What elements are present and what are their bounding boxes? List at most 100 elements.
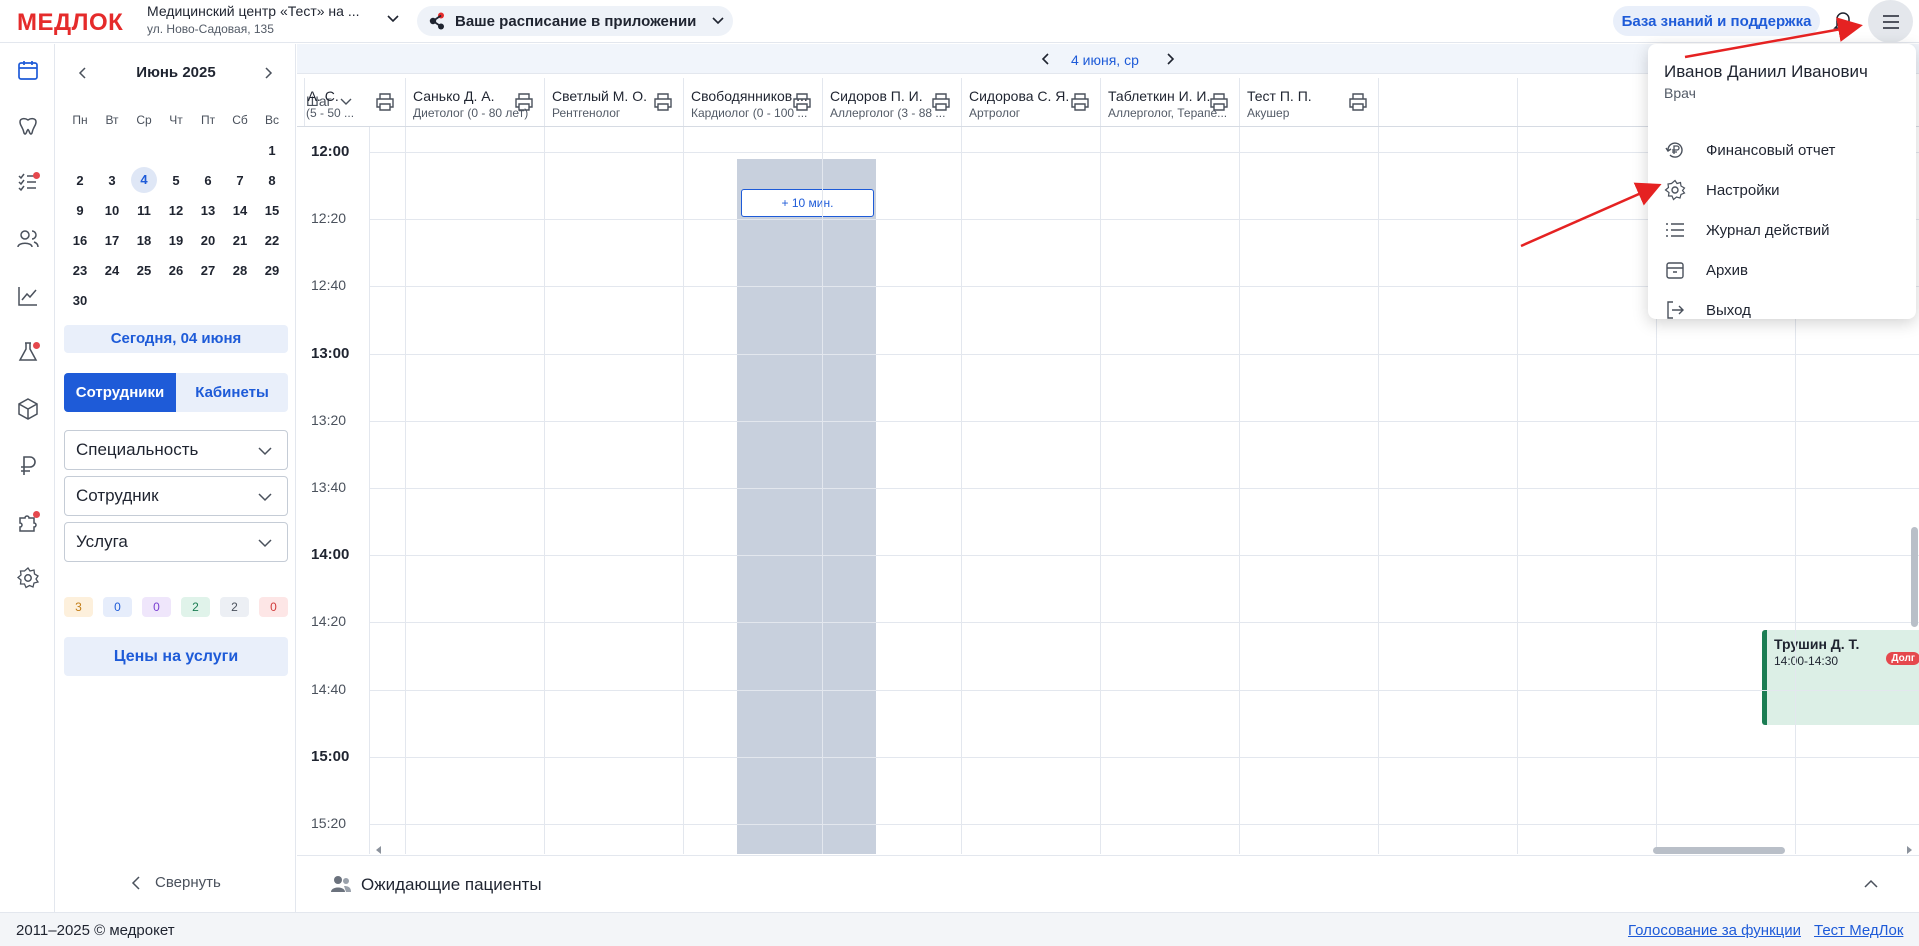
status-counter[interactable]: 2: [220, 597, 249, 617]
calendar-day[interactable]: 3: [96, 173, 128, 188]
printer-icon[interactable]: [375, 92, 395, 112]
feature-vote-link[interactable]: Голосование за функции: [1628, 922, 1801, 939]
calendar-day[interactable]: 30: [64, 293, 96, 308]
current-date[interactable]: 4 июня, ср: [1071, 52, 1139, 68]
calendar-day[interactable]: 24: [96, 263, 128, 278]
calendar-day[interactable]: 22: [256, 233, 288, 248]
chevron-up-icon[interactable]: [1864, 877, 1878, 891]
employee-column-header[interactable]: Свободянников ... Кардиолог (0 - 100 ...: [683, 78, 822, 126]
scrollbar-thumb[interactable]: [1911, 527, 1918, 627]
status-counter[interactable]: 2: [181, 597, 210, 617]
calendar-day[interactable]: 11: [128, 203, 160, 218]
calendar-day[interactable]: 8: [256, 173, 288, 188]
calendar-day[interactable]: 5: [160, 173, 192, 188]
settings-gear-icon[interactable]: [16, 566, 40, 590]
printer-icon[interactable]: [514, 92, 534, 112]
calendar-day[interactable]: 19: [160, 233, 192, 248]
horizontal-scrollbar[interactable]: [369, 845, 1919, 854]
printer-icon[interactable]: [792, 92, 812, 112]
status-counter[interactable]: 3: [64, 597, 93, 617]
calendar-day[interactable]: 28: [224, 263, 256, 278]
calendar-icon[interactable]: [16, 58, 40, 82]
next-month-icon[interactable]: [261, 66, 275, 80]
employee-select[interactable]: Сотрудник: [64, 476, 288, 516]
app-promo-button[interactable]: Ваше расписание в приложении: [417, 6, 733, 36]
extra-time-button[interactable]: + 10 мин.: [741, 189, 874, 217]
menu-item-logout[interactable]: Выход: [1664, 290, 1904, 330]
prices-button[interactable]: Цены на услуги: [64, 637, 288, 676]
chevron-down-icon[interactable]: [385, 11, 401, 27]
menu-item-archive[interactable]: Архив: [1664, 250, 1904, 290]
scrollbar-thumb[interactable]: [1653, 847, 1785, 854]
status-counter[interactable]: 0: [103, 597, 132, 617]
employee-column-header[interactable]: Таблеткин И. И. Аллерголог, Терапе...: [1100, 78, 1239, 126]
menu-item-action-log[interactable]: Журнал действий: [1664, 210, 1904, 250]
today-button[interactable]: Сегодня, 04 июня: [64, 325, 288, 353]
test-medlok-link[interactable]: Тест МедЛок: [1814, 922, 1903, 939]
calendar-day[interactable]: 6: [192, 173, 224, 188]
scroll-right-icon[interactable]: [1905, 846, 1913, 854]
service-select[interactable]: Услуга: [64, 522, 288, 562]
employee-column-header[interactable]: Сидорова С. Я. Артролог: [961, 78, 1100, 126]
appointment-card[interactable]: Трушин Д. Т. 14:00-14:30 Долг: [1762, 630, 1919, 725]
next-day-icon[interactable]: [1164, 53, 1176, 65]
knowledge-base-button[interactable]: База знаний и поддержка: [1613, 6, 1820, 36]
employee-column-header[interactable]: [1378, 78, 1517, 126]
calendar-day[interactable]: 23: [64, 263, 96, 278]
time-label: 15:20: [311, 815, 347, 831]
printer-icon[interactable]: [653, 92, 673, 112]
app-share-icon: [429, 12, 444, 30]
calendar-day[interactable]: 29: [256, 263, 288, 278]
calendar-day[interactable]: 7: [224, 173, 256, 188]
printer-icon[interactable]: [1070, 92, 1090, 112]
column-divider: [822, 127, 823, 854]
calendar-day[interactable]: 14: [224, 203, 256, 218]
menu-item-finance-report[interactable]: Финансовый отчет: [1664, 130, 1904, 170]
employee-column-header[interactable]: Санько Д. А. Диетолог (0 - 80 лет): [405, 78, 544, 126]
employee-column-header[interactable]: [1517, 78, 1656, 126]
employee-column-header[interactable]: Светлый М. О. Рентгенолог: [544, 78, 683, 126]
medlok-logo[interactable]: МЕДЛОК: [17, 9, 123, 37]
bell-icon[interactable]: [1832, 9, 1854, 33]
analytics-chart-icon[interactable]: [16, 284, 40, 308]
calendar-day[interactable]: 27: [192, 263, 224, 278]
specialty-select[interactable]: Специальность: [64, 430, 288, 470]
menu-item-settings[interactable]: Настройки: [1664, 170, 1904, 210]
calendar-day[interactable]: 17: [96, 233, 128, 248]
status-counter[interactable]: 0: [142, 597, 171, 617]
main-menu-button[interactable]: [1868, 0, 1913, 43]
printer-icon[interactable]: [931, 92, 951, 112]
employee-column-header[interactable]: Тест П. П. Акушер: [1239, 78, 1378, 126]
collapse-button[interactable]: Свернуть: [131, 874, 221, 891]
status-counter[interactable]: 0: [259, 597, 288, 617]
calendar-day[interactable]: 21: [224, 233, 256, 248]
calendar-day[interactable]: 12: [160, 203, 192, 218]
tab-rooms[interactable]: Кабинеты: [176, 373, 288, 412]
calendar-day[interactable]: 4: [131, 167, 157, 193]
waiting-patients-panel[interactable]: Ожидающие пациенты: [297, 855, 1919, 912]
employee-column-header[interactable]: хова А. С. голог (5 - 50 ...: [304, 78, 405, 126]
calendar-day[interactable]: 1: [256, 143, 288, 158]
calendar-day[interactable]: 15: [256, 203, 288, 218]
calendar-day[interactable]: 18: [128, 233, 160, 248]
ruble-icon[interactable]: [16, 454, 40, 478]
employee-name: Сидорова С. Я.: [969, 88, 1070, 104]
calendar-day[interactable]: 25: [128, 263, 160, 278]
calendar-day[interactable]: 20: [192, 233, 224, 248]
printer-icon[interactable]: [1348, 92, 1368, 112]
printer-icon[interactable]: [1209, 92, 1229, 112]
prev-day-icon[interactable]: [1040, 53, 1052, 65]
tooth-icon[interactable]: [16, 114, 40, 138]
calendar-day[interactable]: 2: [64, 173, 96, 188]
clinic-selector[interactable]: Медицинский центр «Тест» на ... ул. Ново…: [147, 3, 377, 36]
tab-staff[interactable]: Сотрудники: [64, 373, 176, 412]
calendar-day[interactable]: 9: [64, 203, 96, 218]
calendar-day[interactable]: 26: [160, 263, 192, 278]
calendar-day[interactable]: 10: [96, 203, 128, 218]
calendar-day[interactable]: 16: [64, 233, 96, 248]
scroll-left-icon[interactable]: [375, 846, 383, 854]
box-icon[interactable]: [16, 397, 40, 421]
calendar-day[interactable]: 13: [192, 203, 224, 218]
employee-column-header[interactable]: Сидоров П. И. Аллерголог (3 - 88 ...: [822, 78, 961, 126]
patients-icon[interactable]: [16, 227, 40, 251]
